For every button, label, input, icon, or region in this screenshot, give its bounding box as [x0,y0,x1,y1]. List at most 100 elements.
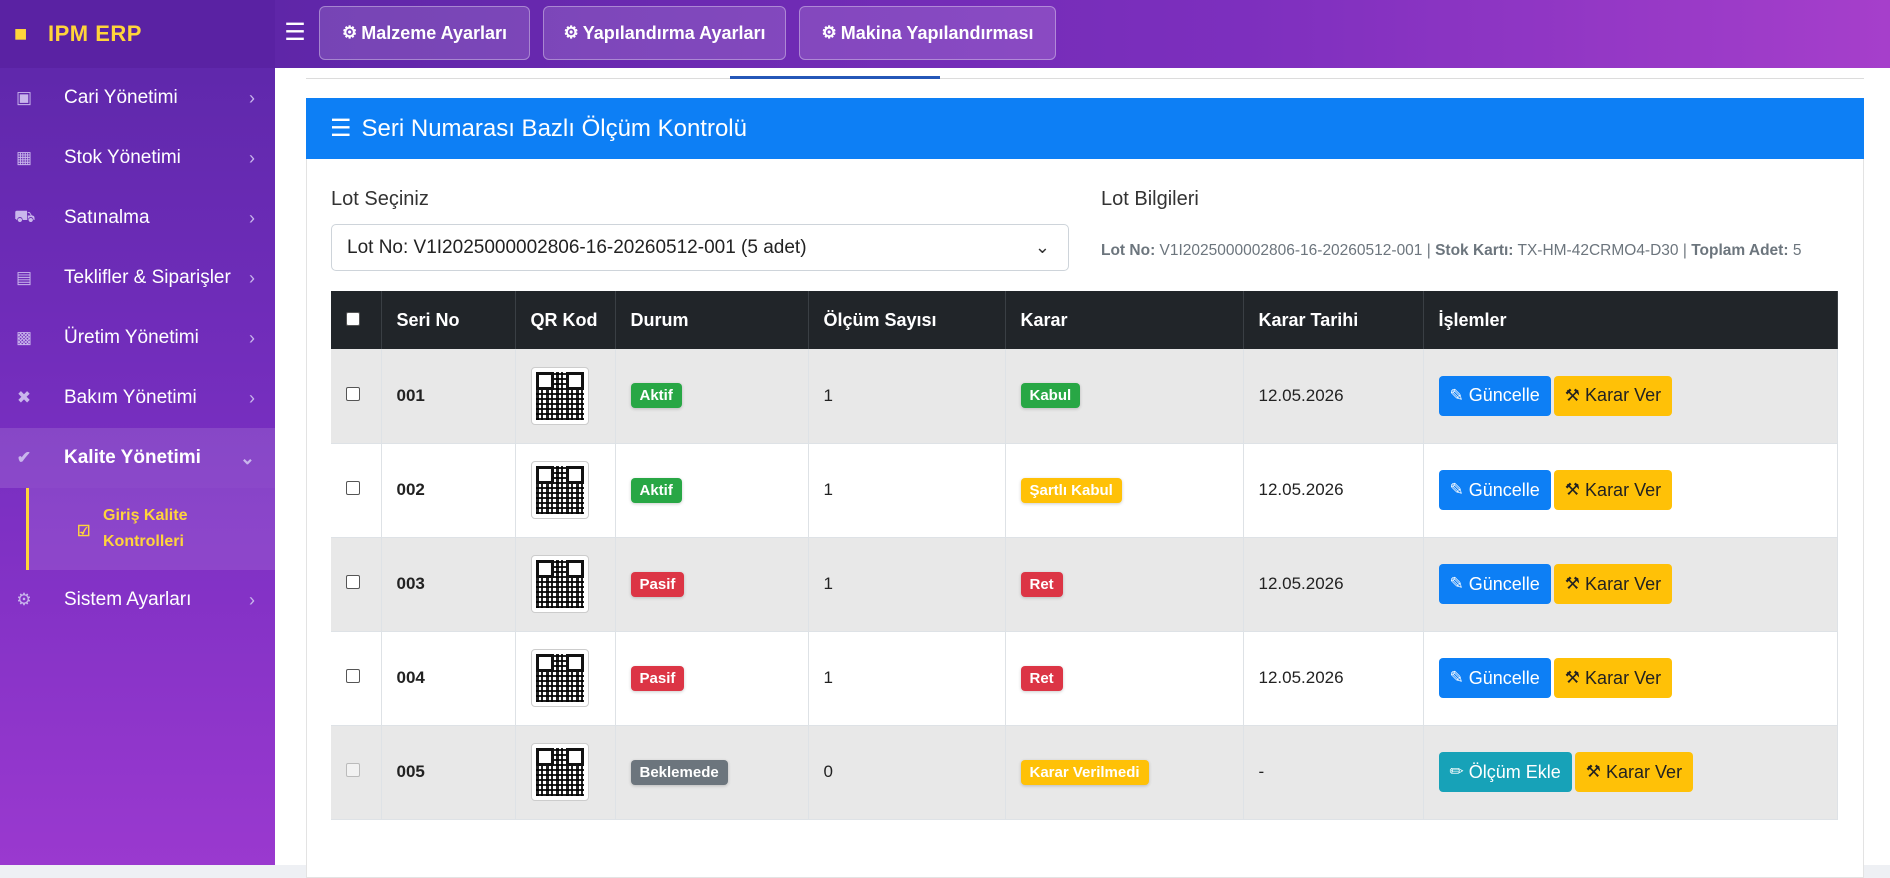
qr-cell [515,537,616,632]
sidebar-item-teklifler[interactable]: ▤ Teklifler & Siparişler › [0,248,275,308]
decision-badge: Şartlı Kabul [1020,477,1122,503]
qr-cell [515,443,616,538]
row-checkbox-disabled [346,763,360,777]
row-checkbox[interactable] [346,669,360,683]
sidebar-item-satinalma[interactable]: ⛟ Satınalma › [0,188,275,248]
chevron-down-icon: ⌄ [1034,237,1050,257]
qr-code-image[interactable] [530,461,589,519]
button-label: Karar Ver [1585,479,1662,500]
building-icon: ▣ [15,88,33,107]
sidebar-subitem-giris-kalite[interactable]: ☑ Giriş Kalite Kontrolleri [26,488,275,570]
gavel-icon: ⚒ [1564,668,1581,687]
sidebar-item-kalite[interactable]: ✔ Kalite Yönetimi ⌄ [0,428,275,488]
sidebar-item-label: Üretim Yönetimi [64,327,199,348]
decision-badge: Karar Verilmedi [1020,759,1149,785]
factory-icon: ■ [14,21,28,46]
karar-ver-button[interactable]: ⚒ Karar Ver [1553,658,1673,698]
clipboard-check-icon: ☑ [77,523,91,540]
sidebar-item-label: Bakım Yönetimi [64,387,197,408]
karar-tarihi: 12.05.2026 [1243,631,1424,726]
karar-ver-button[interactable]: ⚒ Karar Ver [1553,375,1673,416]
decision-badge: Ret [1020,571,1063,597]
lot-select[interactable]: Lot No: V1I2025000002806-16-20260512-001… [331,224,1069,271]
sidebar-item-sistem[interactable]: ⚙ Sistem Ayarları › [0,570,275,630]
cart-icon: ⛟ [14,207,36,226]
actions-cell: ✎ Güncelle ⚒ Karar Ver [1423,631,1838,726]
sidebar-item-stok[interactable]: ▦ Stok Yönetimi › [0,128,275,188]
button-label: Güncelle [1468,573,1540,594]
karar-ver-button[interactable]: ⚒ Karar Ver [1553,564,1673,604]
row-checkbox[interactable] [346,386,360,401]
chevron-down-icon: ⌄ [239,448,255,468]
yapilandirma-ayarlari-button[interactable]: ⚙ Yapılandırma Ayarları [543,6,786,60]
guncelle-button[interactable]: ✎ Güncelle [1438,470,1551,510]
document-icon: ▤ [15,268,33,287]
card-title: Seri Numarası Bazlı Ölçüm Kontrolü [361,114,747,142]
guncelle-button[interactable]: ✎ Güncelle [1438,658,1551,698]
edit-icon: ✎ [1449,668,1464,687]
total-value: 5 [1792,242,1802,259]
chart-icon: ▩ [15,328,33,347]
menu-toggle-icon[interactable]: ☰ [284,20,306,46]
tools-icon: ✖ [16,388,32,407]
guncelle-button[interactable]: ✎ Güncelle [1438,564,1551,604]
kalite-subnav: ☑ Giriş Kalite Kontrolleri [0,488,275,570]
qr-cell [515,631,616,726]
durum-cell: Pasif [615,537,809,632]
actions-cell: ✎ Güncelle ⚒ Karar Ver [1423,443,1838,538]
edit-icon: ✎ [1449,385,1464,405]
qr-code-image[interactable] [530,743,589,801]
karar-ver-button[interactable]: ⚒ Karar Ver [1553,470,1673,510]
sidebar-item-uretim[interactable]: ▩ Üretim Yönetimi › [0,308,275,368]
olcum-sayisi: 1 [808,537,1006,632]
header-karar-tarihi: Karar Tarihi [1243,291,1424,349]
malzeme-ayarlari-button[interactable]: ⚙ Malzeme Ayarları [319,6,530,60]
select-all-checkbox[interactable] [346,311,360,326]
qr-code-image[interactable] [530,366,589,425]
olcum-sayisi: 0 [808,725,1006,820]
chevron-right-icon: › [249,590,255,610]
button-label: Güncelle [1468,667,1540,688]
karar-tarihi: 12.05.2026 [1243,349,1424,444]
seri-no: 004 [381,631,516,726]
lot-no-label: Lot No: [1101,242,1156,259]
row-select-cell [331,631,382,726]
boxes-icon: ▦ [15,148,33,167]
olcum-ekle-button[interactable]: ✏ Ölçüm Ekle [1438,752,1572,792]
sidebar-subitem-label: Giriş Kalite Kontrolleri [103,507,188,550]
gavel-icon: ⚒ [1564,480,1581,499]
decision-badge: Ret [1020,665,1063,691]
lot-no-value: V1I2025000002806-16-20260512-001 [1159,242,1423,259]
guncelle-button[interactable]: ✎ Güncelle [1438,375,1551,416]
select-all-header [331,291,382,349]
table-row: 004 Pasif 1 Ret 12.05.2026 ✎ Güncelle ⚒ Kar… [331,631,1838,726]
status-badge: Pasif [630,571,685,597]
brand-name: IPM ERP [48,21,142,46]
table-row: 005 Beklemede 0 Karar Verilmedi - ✏ Ölçüm… [331,725,1838,820]
lot-info: Lot No: V1I2025000002806-16-20260512-001… [1101,242,1802,259]
brand[interactable]: ■ IPM ERP [0,0,275,68]
row-checkbox[interactable] [346,481,360,495]
qr-cell [515,725,616,820]
active-tab-indicator [730,76,940,79]
sidebar-item-bakim[interactable]: ✖ Bakım Yönetimi › [0,368,275,428]
qr-code-image[interactable] [530,555,589,613]
durum-cell: Aktif [615,443,809,538]
chevron-right-icon: › [249,148,255,168]
button-label: Güncelle [1468,479,1540,500]
actions-cell: ✎ Güncelle ⚒ Karar Ver [1423,349,1838,444]
button-label: Karar Ver [1606,761,1683,782]
gear-icon: ⚙ [16,590,32,609]
row-checkbox[interactable] [346,575,360,589]
button-label: Karar Ver [1585,573,1662,594]
gavel-icon: ⚒ [1585,762,1602,781]
qr-code-image[interactable] [530,649,589,707]
karar-ver-button[interactable]: ⚒ Karar Ver [1574,752,1694,792]
olcum-sayisi: 1 [808,349,1006,444]
serial-table: Seri No QR Kod Durum Ölçüm Sayısı Karar … [331,291,1838,820]
makina-yapilandirmasi-button[interactable]: ⚙ Makina Yapılandırması [799,6,1056,60]
sidebar-item-cari[interactable]: ▣ Cari Yönetimi › [0,68,275,128]
table-row: 003 Pasif 1 Ret 12.05.2026 ✎ Güncelle ⚒ Kar… [331,537,1838,632]
row-select-cell [331,349,382,444]
karar-tarihi: 12.05.2026 [1243,443,1424,538]
